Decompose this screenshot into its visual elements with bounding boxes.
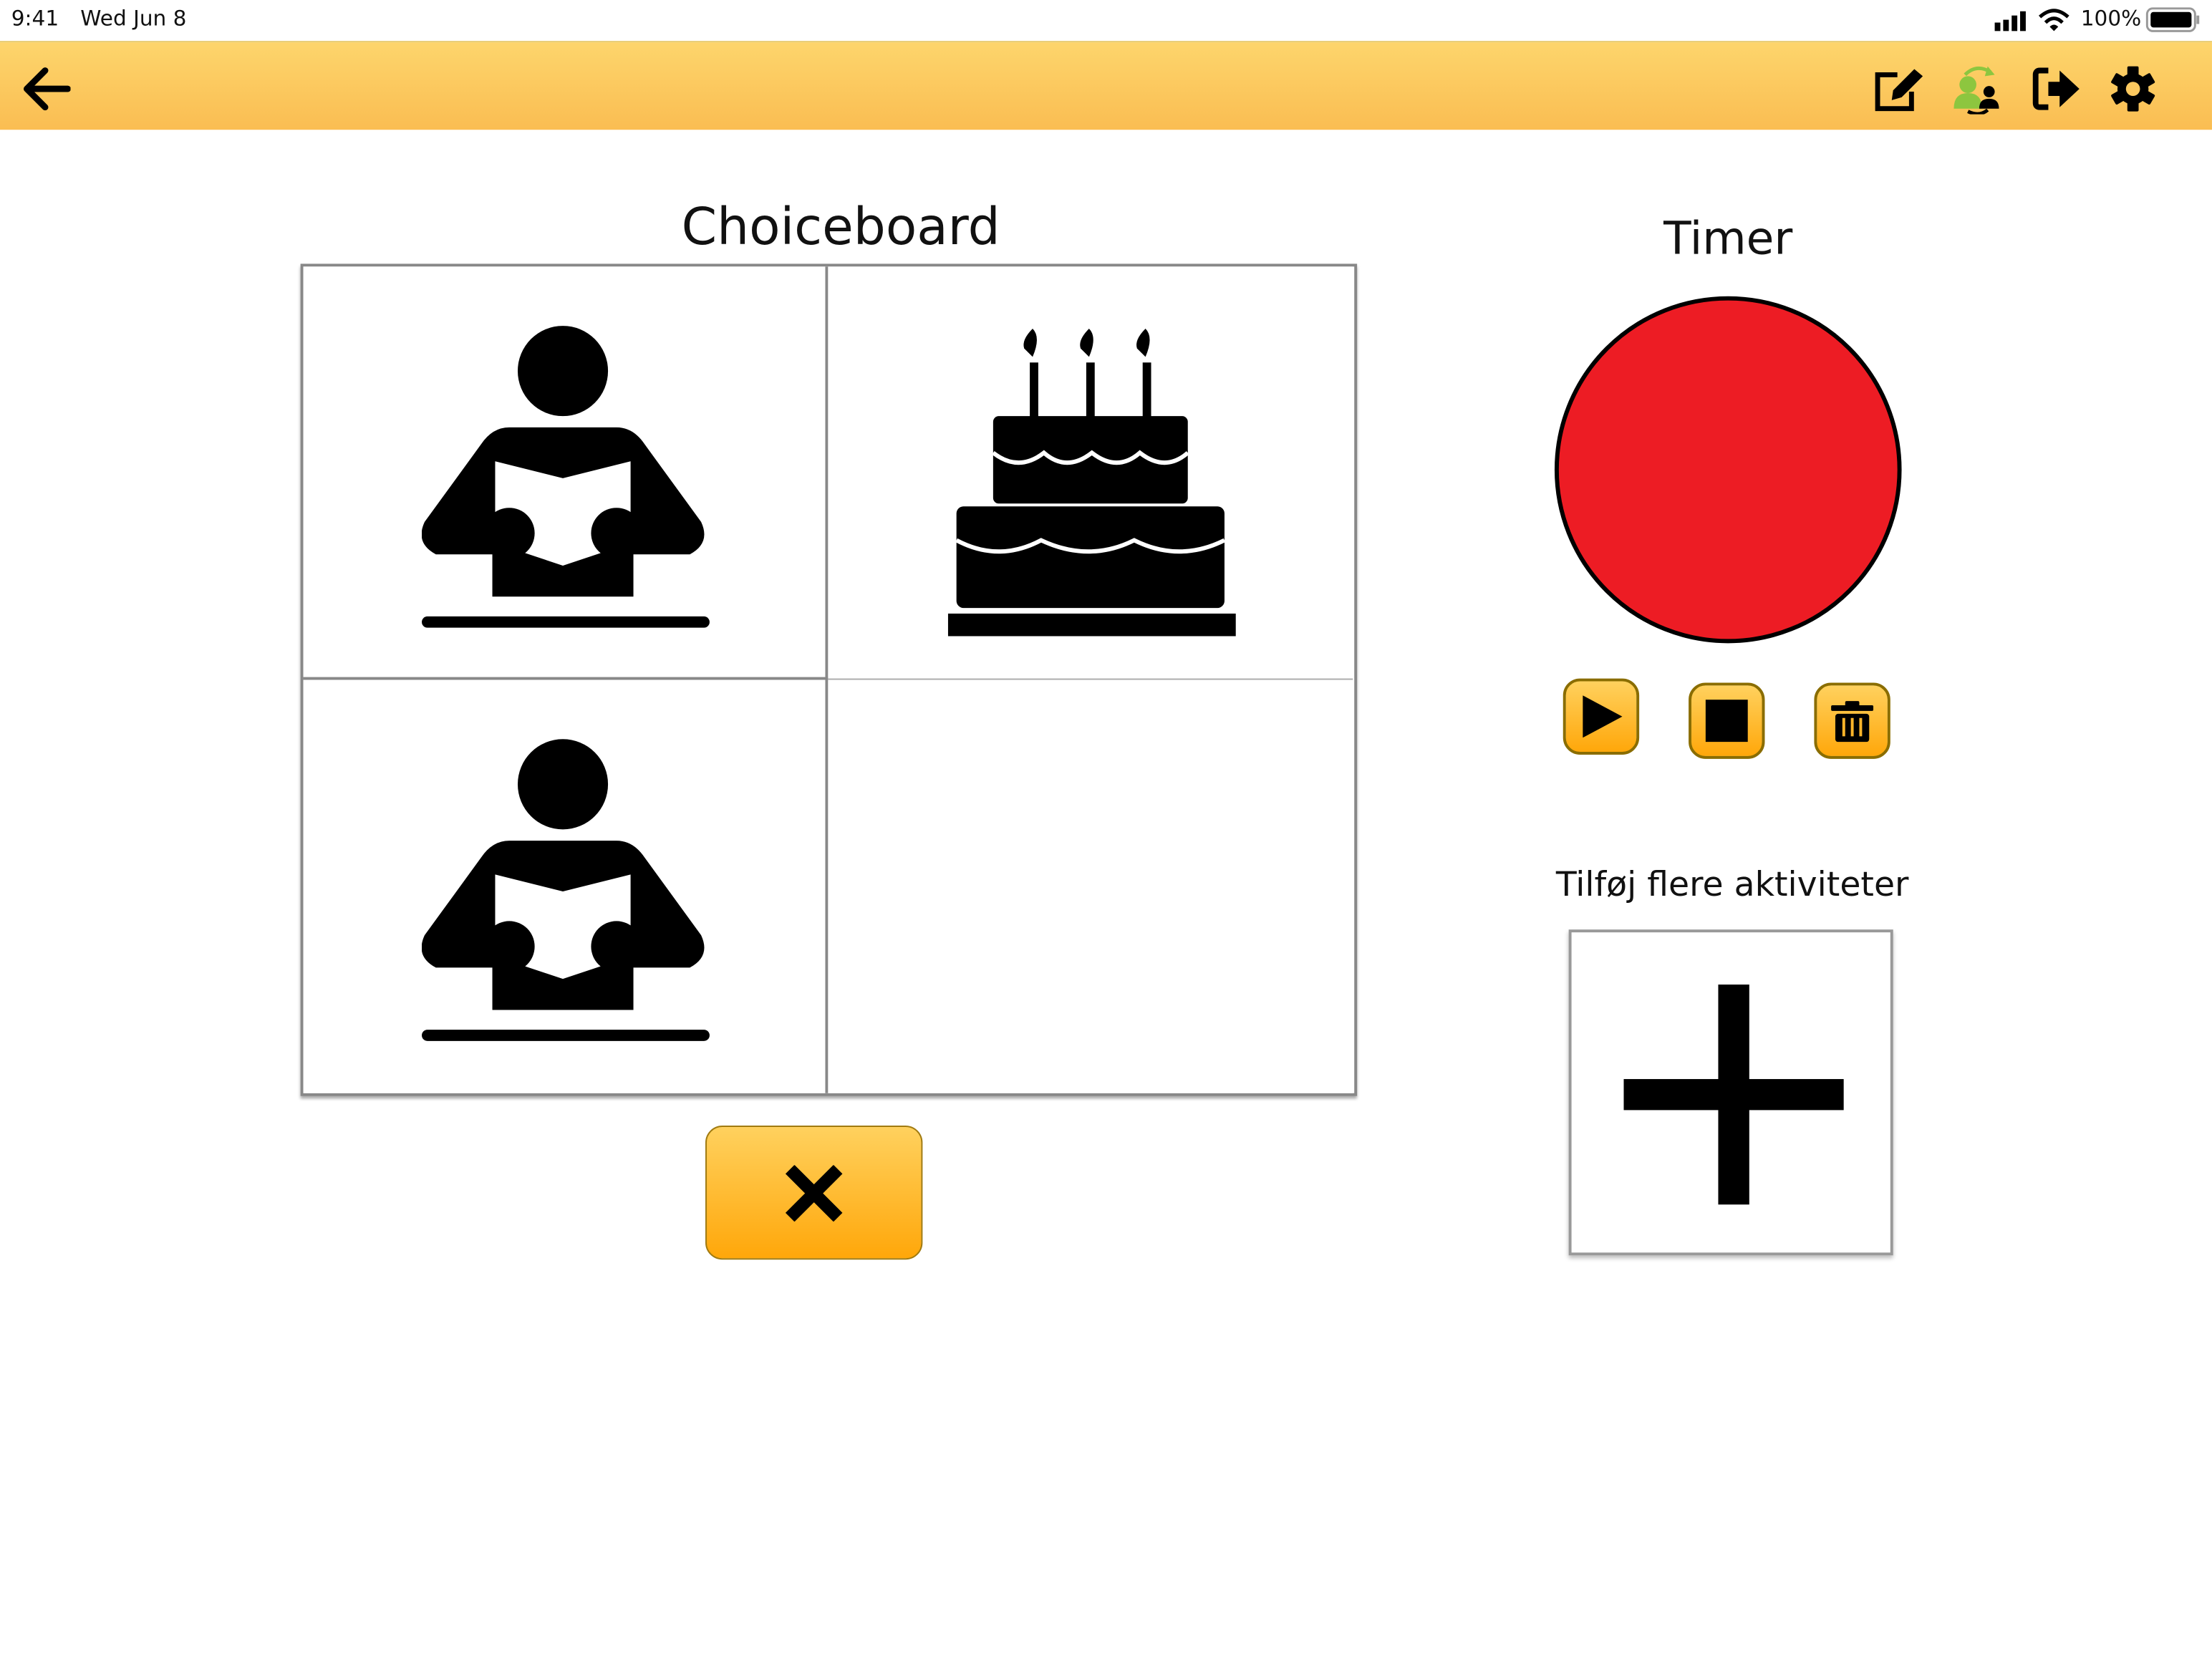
trash-icon [1831,701,1874,743]
timer-stop-button[interactable] [1689,682,1765,759]
status-date: Wed Jun 8 [80,5,187,32]
switch-user-icon[interactable] [1951,64,2002,115]
choice-cell-reading[interactable] [303,266,829,680]
add-activity-button[interactable] [1568,929,1893,1256]
app-header [0,41,2212,130]
gear-icon[interactable] [2107,64,2158,115]
status-time: 9:41 [11,5,59,32]
timer-delete-button[interactable] [1814,682,1890,759]
arrow-left-icon[interactable] [20,64,71,115]
battery-percent: 100% [2080,5,2142,32]
choiceboard-grid [300,263,1358,1096]
close-x-icon [785,1164,843,1222]
close-choiceboard-button[interactable] [705,1126,923,1260]
add-activities-label: Tilføj flere aktiviteter [1555,864,1909,904]
timer-play-button[interactable] [1563,678,1640,755]
wifi-icon [2038,9,2069,32]
birthday-cake-pictogram [948,329,1239,639]
choiceboard-title: Choiceboard [681,198,1000,257]
choice-cell-reading[interactable] [303,679,829,1093]
reading-person-pictogram [422,326,710,628]
choice-cell-cake[interactable] [828,266,1353,680]
logout-icon[interactable] [2032,64,2082,115]
timer-title: Timer [1663,211,1793,266]
cellular-signal-icon [1994,11,2026,32]
plus-icon [1623,985,1844,1205]
timer-circle [1554,296,1902,644]
battery-icon [2145,7,2200,32]
stop-icon [1705,700,1748,743]
play-icon [1583,695,1623,738]
reading-person-pictogram [422,739,710,1041]
edit-icon[interactable] [1872,64,1923,115]
choice-cell-empty[interactable] [828,679,1353,1093]
